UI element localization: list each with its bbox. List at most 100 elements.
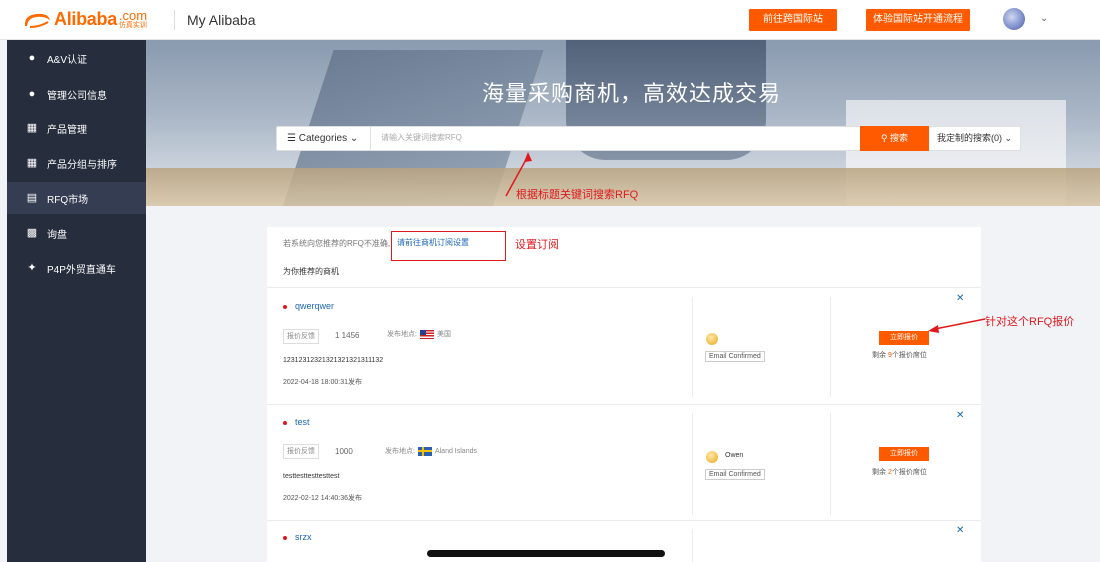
recommend-notice: 若系统向您推荐的RFQ不准确, <box>283 239 391 248</box>
divider <box>692 413 693 515</box>
rfq-banner: 海量采购商机，高效达成交易 <box>146 40 1100 206</box>
avatar[interactable] <box>1003 8 1025 30</box>
rfq-date: 2022-02-12 14:40:36发布 <box>283 495 362 502</box>
email-confirmed-tag: Email Confirmed <box>705 469 765 480</box>
rfq-quantity: 1000 <box>335 447 353 456</box>
divider <box>830 413 831 515</box>
logo-text: Alibaba <box>54 9 117 29</box>
sidebar-item-company-info[interactable]: ● 管理公司信息 <box>7 78 146 110</box>
close-icon[interactable]: ✕ <box>956 293 964 304</box>
header-divider <box>174 9 175 30</box>
sidebar-item-label: 产品分组与排序 <box>47 159 117 171</box>
chevron-down-icon[interactable]: ⌄ <box>1040 13 1048 24</box>
chevron-down-icon: ⌄ <box>1004 133 1013 143</box>
remaining-slots: 剩余 2个报价席位 <box>872 467 927 477</box>
aland-flag-icon <box>417 446 432 456</box>
origin-country: 美国 <box>436 331 451 338</box>
home-indicator <box>427 550 665 557</box>
sidebar-item-products[interactable]: ▦ 产品管理 <box>7 112 146 144</box>
rfq-title-text: srzx <box>295 532 312 542</box>
divider <box>692 529 693 562</box>
divider <box>267 287 981 288</box>
buyer-avatar <box>706 333 718 345</box>
sidebar-item-label: 管理公司信息 <box>47 90 107 102</box>
intl-site-button[interactable]: 前往跨国际站 <box>749 9 837 31</box>
top-header: Alibaba .com 仿真实训 My Alibaba 前往跨国际站 体验国际… <box>0 0 1100 40</box>
sidebar-item-p4p[interactable]: ✦ P4P外贸直通车 <box>7 252 146 284</box>
logo-cn: 仿真实训 <box>118 21 147 29</box>
menu-icon: ☰ <box>287 133 296 144</box>
sidebar-item-label: 询盘 <box>47 229 67 241</box>
rfq-origin: 发布地点: 美国 <box>387 329 451 339</box>
rfq-search-bar: ☰ Categories ⌄ 请输入关键词搜索RFQ ⚲ 搜索 我定制的搜索(0… <box>276 126 1021 151</box>
custom-search-dropdown[interactable]: 我定制的搜索(0) ⌄ <box>937 127 1012 150</box>
message-icon: ▩ <box>26 227 38 239</box>
rfq-description: 12312312321321321321311132 <box>283 357 384 364</box>
rfq-quantity: 1 1456 <box>335 331 360 340</box>
alibaba-logo-icon <box>24 13 50 28</box>
search-button-label: 搜索 <box>890 133 909 143</box>
red-dot-icon <box>283 420 287 425</box>
origin-label: 发布地点: <box>387 331 417 338</box>
annotation-subscribe: 设置订阅 <box>515 239 559 251</box>
sidebar-item-label: 产品管理 <box>47 124 87 136</box>
alibaba-logo[interactable]: Alibaba .com 仿真实训 <box>22 9 172 30</box>
quote-now-button[interactable]: 立即报价 <box>879 447 929 461</box>
sidebar-item-label: A&V认证 <box>47 54 88 66</box>
rfq-title[interactable]: qwerqwer <box>283 301 334 311</box>
rfq-origin: 发布地点: Aland Islands <box>385 446 477 456</box>
origin-label: 发布地点: <box>385 448 415 455</box>
logo-sub: .com 仿真实训 <box>118 9 147 30</box>
categories-dropdown[interactable]: ☰ Categories ⌄ <box>277 127 371 150</box>
buyer-name: Owen <box>725 452 744 459</box>
sidebar-item-label: RFQ市场 <box>47 194 89 206</box>
rfq-title[interactable]: test <box>283 417 310 427</box>
categories-label: Categories <box>298 133 348 144</box>
close-icon[interactable]: ✕ <box>956 410 964 421</box>
sidebar-item-product-groups[interactable]: ▦ 产品分组与排序 <box>7 147 146 179</box>
rfq-description: testtesttesttesttest <box>283 473 340 480</box>
custom-search-label: 我定制的搜索(0) <box>937 133 1002 143</box>
rfq-title-text: qwerqwer <box>295 301 335 311</box>
rfq-title[interactable]: srzx <box>283 532 312 542</box>
remain-suffix: 个报价席位 <box>891 352 927 359</box>
annotation-search: 根据标题关键词搜索RFQ <box>516 189 639 201</box>
divider <box>267 404 981 405</box>
page-title: My Alibaba <box>187 11 256 28</box>
sparkle-icon: ✦ <box>27 262 37 274</box>
subscription-settings-link[interactable]: 请前往商机订阅设置 <box>397 237 469 248</box>
close-icon[interactable]: ✕ <box>956 525 964 536</box>
search-input[interactable]: 请输入关键词搜索RFQ <box>381 132 462 143</box>
remain-suffix: 个报价席位 <box>891 469 927 476</box>
sidebar-item-inquiries[interactable]: ▩ 询盘 <box>7 217 146 249</box>
red-dot-icon <box>283 304 287 309</box>
intl-flow-button[interactable]: 体验国际站开通流程 <box>866 9 970 31</box>
divider <box>692 297 693 397</box>
buyer-avatar <box>706 451 718 463</box>
sidebar-item-av-verification[interactable]: ● A&V认证 <box>7 42 146 74</box>
recommended-title: 为你推荐的商机 <box>283 267 339 276</box>
annotation-quote: 针对这个RFQ报价 <box>985 316 1075 328</box>
origin-country: Aland Islands <box>434 447 477 455</box>
user-icon: ● <box>28 52 36 64</box>
divider <box>830 297 831 397</box>
annotation-arrow <box>928 318 986 333</box>
search-button[interactable]: ⚲ 搜索 <box>860 126 929 151</box>
red-dot-icon <box>283 535 287 540</box>
divider <box>267 520 981 521</box>
quote-feedback-badge: 报价反馈 <box>283 329 319 344</box>
email-confirmed-tag: Email Confirmed <box>705 351 765 362</box>
chevron-down-icon: ⌄ <box>349 133 359 144</box>
quote-now-button[interactable]: 立即报价 <box>879 331 929 345</box>
rfq-panel: 若系统向您推荐的RFQ不准确, 请前往商机订阅设置 设置订阅 为你推荐的商机 q… <box>267 227 981 562</box>
quote-feedback-badge: 报价反馈 <box>283 444 319 459</box>
user-icon: ● <box>28 88 36 100</box>
grid-icon: ▦ <box>26 157 38 169</box>
sidebar-item-rfq-market[interactable]: ▤ RFQ市场 <box>7 182 146 214</box>
sidebar: ● A&V认证 ● 管理公司信息 ▦ 产品管理 ▦ 产品分组与排序 ▤ RFQ市… <box>7 40 146 562</box>
search-icon: ⚲ <box>880 133 888 143</box>
monitor-icon: ▤ <box>26 192 38 204</box>
rfq-title-text: test <box>295 417 310 427</box>
remain-prefix: 剩余 <box>872 352 886 359</box>
grid-icon: ▦ <box>26 122 38 134</box>
